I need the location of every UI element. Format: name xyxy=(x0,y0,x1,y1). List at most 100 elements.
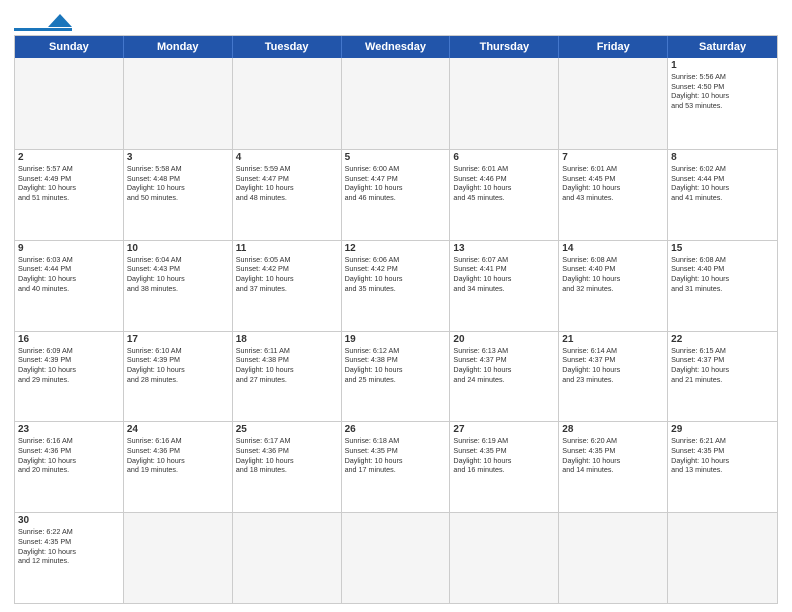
day-header-monday: Monday xyxy=(124,36,233,58)
cell-info: Sunrise: 6:08 AM Sunset: 4:40 PM Dayligh… xyxy=(562,255,664,294)
cell-number: 24 xyxy=(127,424,229,435)
calendar-cell: 5Sunrise: 6:00 AM Sunset: 4:47 PM Daylig… xyxy=(342,150,451,240)
cell-info: Sunrise: 6:12 AM Sunset: 4:38 PM Dayligh… xyxy=(345,346,447,385)
cell-number: 7 xyxy=(562,152,664,163)
cell-info: Sunrise: 6:11 AM Sunset: 4:38 PM Dayligh… xyxy=(236,346,338,385)
cell-info: Sunrise: 6:13 AM Sunset: 4:37 PM Dayligh… xyxy=(453,346,555,385)
calendar-cell: 14Sunrise: 6:08 AM Sunset: 4:40 PM Dayli… xyxy=(559,241,668,331)
cell-number: 15 xyxy=(671,243,774,254)
cell-info: Sunrise: 5:57 AM Sunset: 4:49 PM Dayligh… xyxy=(18,164,120,203)
cell-number: 30 xyxy=(18,515,120,526)
calendar-cell: 19Sunrise: 6:12 AM Sunset: 4:38 PM Dayli… xyxy=(342,332,451,422)
cell-info: Sunrise: 6:14 AM Sunset: 4:37 PM Dayligh… xyxy=(562,346,664,385)
cell-number: 13 xyxy=(453,243,555,254)
cell-number: 25 xyxy=(236,424,338,435)
header xyxy=(14,10,778,31)
calendar-cell: 1Sunrise: 5:56 AM Sunset: 4:50 PM Daylig… xyxy=(668,58,777,149)
calendar-row: 2Sunrise: 5:57 AM Sunset: 4:49 PM Daylig… xyxy=(15,149,777,240)
calendar-row: 23 Sunrise: 6:16 AM Sunset: 4:36 PM Dayli… xyxy=(15,421,777,512)
cell-number: 22 xyxy=(671,334,774,345)
cell-number: 29 xyxy=(671,424,774,435)
cell-info: Sunrise: 6:20 AM Sunset: 4:35 PM Dayligh… xyxy=(562,436,664,475)
logo xyxy=(14,10,72,31)
calendar-cell: 27Sunrise: 6:19 AM Sunset: 4:35 PM Dayli… xyxy=(450,422,559,512)
calendar-cell: 7Sunrise: 6:01 AM Sunset: 4:45 PM Daylig… xyxy=(559,150,668,240)
cell-info: Sunrise: 6:03 AM Sunset: 4:44 PM Dayligh… xyxy=(18,255,120,294)
calendar-cell xyxy=(233,58,342,149)
calendar-cell: 25Sunrise: 6:17 AM Sunset: 4:36 PM Dayli… xyxy=(233,422,342,512)
calendar-cell: 4Sunrise: 5:59 AM Sunset: 4:47 PM Daylig… xyxy=(233,150,342,240)
calendar: SundayMondayTuesdayWednesdayThursdayFrid… xyxy=(14,35,778,604)
day-header-tuesday: Tuesday xyxy=(233,36,342,58)
cell-info: Sunrise: 6:09 AM Sunset: 4:39 PM Dayligh… xyxy=(18,346,120,385)
cell-info: Sunrise: 6:01 AM Sunset: 4:45 PM Dayligh… xyxy=(562,164,664,203)
cell-info: Sunrise: 6:17 AM Sunset: 4:36 PM Dayligh… xyxy=(236,436,338,475)
day-header-wednesday: Wednesday xyxy=(342,36,451,58)
day-header-saturday: Saturday xyxy=(668,36,777,58)
cell-info: Sunrise: 6:05 AM Sunset: 4:42 PM Dayligh… xyxy=(236,255,338,294)
calendar-cell xyxy=(233,513,342,603)
calendar-cell xyxy=(124,513,233,603)
calendar-cell xyxy=(124,58,233,149)
cell-number: 21 xyxy=(562,334,664,345)
cell-info: Sunrise: 6:04 AM Sunset: 4:43 PM Dayligh… xyxy=(127,255,229,294)
calendar-cell: 30Sunrise: 6:22 AM Sunset: 4:35 PM Dayli… xyxy=(15,513,124,603)
calendar-page: SundayMondayTuesdayWednesdayThursdayFrid… xyxy=(0,0,792,612)
calendar-cell: 20Sunrise: 6:13 AM Sunset: 4:37 PM Dayli… xyxy=(450,332,559,422)
cell-number: 14 xyxy=(562,243,664,254)
cell-number: 18 xyxy=(236,334,338,345)
calendar-cell: 3Sunrise: 5:58 AM Sunset: 4:48 PM Daylig… xyxy=(124,150,233,240)
day-header-friday: Friday xyxy=(559,36,668,58)
cell-number: 19 xyxy=(345,334,447,345)
calendar-cell: 26Sunrise: 6:18 AM Sunset: 4:35 PM Dayli… xyxy=(342,422,451,512)
calendar-row: 16Sunrise: 6:09 AM Sunset: 4:39 PM Dayli… xyxy=(15,331,777,422)
cell-info: Sunrise: 5:59 AM Sunset: 4:47 PM Dayligh… xyxy=(236,164,338,203)
cell-number: 9 xyxy=(18,243,120,254)
calendar-cell xyxy=(450,58,559,149)
calendar-cell: 24Sunrise: 6:16 AM Sunset: 4:36 PM Dayli… xyxy=(124,422,233,512)
cell-info: Sunrise: 6:15 AM Sunset: 4:37 PM Dayligh… xyxy=(671,346,774,385)
calendar-cell: 10Sunrise: 6:04 AM Sunset: 4:43 PM Dayli… xyxy=(124,241,233,331)
cell-info: Sunrise: 6:19 AM Sunset: 4:35 PM Dayligh… xyxy=(453,436,555,475)
calendar-cell xyxy=(668,513,777,603)
calendar-cell: 23Sunrise: 6:16 AM Sunset: 4:36 PM Dayli… xyxy=(15,422,124,512)
day-headers: SundayMondayTuesdayWednesdayThursdayFrid… xyxy=(15,36,777,58)
cell-info: Sunrise: 6:02 AM Sunset: 4:44 PM Dayligh… xyxy=(671,164,774,203)
cell-info: Sunrise: 6:07 AM Sunset: 4:41 PM Dayligh… xyxy=(453,255,555,294)
calendar-cell xyxy=(559,513,668,603)
cell-number: 27 xyxy=(453,424,555,435)
cell-number: 17 xyxy=(127,334,229,345)
calendar-cell: 8Sunrise: 6:02 AM Sunset: 4:44 PM Daylig… xyxy=(668,150,777,240)
cell-number: 23 xyxy=(18,424,120,435)
cell-number: 12 xyxy=(345,243,447,254)
calendar-row: 1Sunrise: 5:56 AM Sunset: 4:50 PM Daylig… xyxy=(15,58,777,149)
cell-number: 1 xyxy=(671,60,774,71)
cell-number: 5 xyxy=(345,152,447,163)
cell-number: 3 xyxy=(127,152,229,163)
calendar-cell xyxy=(342,58,451,149)
cell-info: Sunrise: 5:58 AM Sunset: 4:48 PM Dayligh… xyxy=(127,164,229,203)
cell-number: 4 xyxy=(236,152,338,163)
calendar-cell: 15Sunrise: 6:08 AM Sunset: 4:40 PM Dayli… xyxy=(668,241,777,331)
cell-info: Sunrise: 6:16 AM Sunset: 4:36 PM Dayligh… xyxy=(127,436,229,475)
cell-info: Sunrise: 6:22 AM Sunset: 4:35 PM Dayligh… xyxy=(18,527,120,566)
cell-number: 20 xyxy=(453,334,555,345)
calendar-cell xyxy=(342,513,451,603)
cell-number: 28 xyxy=(562,424,664,435)
cell-info: Sunrise: 6:18 AM Sunset: 4:35 PM Dayligh… xyxy=(345,436,447,475)
cell-info: Sunrise: 6:00 AM Sunset: 4:47 PM Dayligh… xyxy=(345,164,447,203)
calendar-cell xyxy=(15,58,124,149)
calendar-cell: 29Sunrise: 6:21 AM Sunset: 4:35 PM Dayli… xyxy=(668,422,777,512)
day-header-sunday: Sunday xyxy=(15,36,124,58)
cell-number: 26 xyxy=(345,424,447,435)
cell-number: 8 xyxy=(671,152,774,163)
calendar-cell: 9Sunrise: 6:03 AM Sunset: 4:44 PM Daylig… xyxy=(15,241,124,331)
day-header-thursday: Thursday xyxy=(450,36,559,58)
calendar-cell: 11Sunrise: 6:05 AM Sunset: 4:42 PM Dayli… xyxy=(233,241,342,331)
calendar-cell: 21Sunrise: 6:14 AM Sunset: 4:37 PM Dayli… xyxy=(559,332,668,422)
calendar-cell: 18Sunrise: 6:11 AM Sunset: 4:38 PM Dayli… xyxy=(233,332,342,422)
cell-number: 2 xyxy=(18,152,120,163)
cell-number: 10 xyxy=(127,243,229,254)
cell-info: Sunrise: 6:06 AM Sunset: 4:42 PM Dayligh… xyxy=(345,255,447,294)
calendar-body: 1Sunrise: 5:56 AM Sunset: 4:50 PM Daylig… xyxy=(15,58,777,603)
